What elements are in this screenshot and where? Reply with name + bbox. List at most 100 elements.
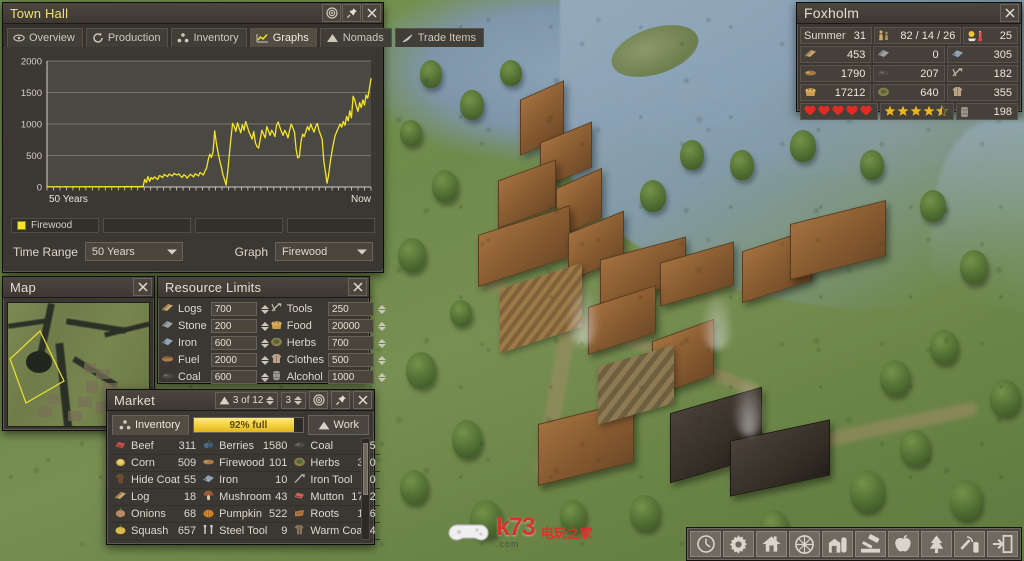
inventory-row: Squash 657 [112,523,201,540]
resource-limit-stepper[interactable] [378,338,387,348]
resource-limit-stepper[interactable] [260,355,269,365]
building-roof[interactable] [478,205,570,287]
inventory-scrollbar[interactable] [361,438,370,540]
market-panel[interactable]: Market 3 of 12 3 Inventory 92% full Work… [106,389,380,545]
tool-housing[interactable] [756,531,787,557]
inventory-row: Berries 1580 [200,438,292,455]
building-roof[interactable] [568,210,624,282]
building-roof[interactable] [600,236,686,306]
building-roof[interactable] [540,121,592,189]
town-stat-cell: 182 [946,65,1018,82]
tool-food[interactable] [888,531,919,557]
tool-storage[interactable] [822,531,853,557]
building-roof[interactable] [670,386,762,484]
close-icon[interactable] [133,278,152,296]
resource-limit-value[interactable]: 600 [210,336,257,350]
close-icon[interactable] [353,391,372,409]
map-titlebar: Map [3,277,154,298]
building-roof[interactable] [790,200,886,280]
resource-limit-stepper[interactable] [378,321,387,331]
scrollbar-thumb[interactable] [363,443,368,495]
resource-limit-value[interactable]: 250 [328,302,375,316]
happiness-stars [884,103,949,119]
resource-limit-stepper[interactable] [260,321,269,331]
tab-graphs[interactable]: Graphs [249,28,317,47]
legend-item-2[interactable] [195,218,283,233]
tab-overview[interactable]: Overview [7,28,83,47]
legend-item-0[interactable]: Firewood [11,218,99,233]
market-plaza[interactable] [598,345,674,425]
building-roof[interactable] [538,400,634,486]
town-hall-panel[interactable]: Town Hall Overview Production Inventory … [2,2,485,273]
resource-limit-stepper[interactable] [378,304,387,314]
svg-text:1500: 1500 [21,88,42,99]
tool-resources[interactable] [954,531,985,557]
building-roof[interactable] [652,318,714,398]
tool-production[interactable] [855,531,886,557]
resource-limit-row: Logs 700 [161,301,269,317]
resource-limit-value[interactable]: 200 [210,319,257,333]
resource-limit-value[interactable]: 700 [210,302,257,316]
close-icon[interactable] [1000,4,1019,22]
inventory-item-name: Roots [310,508,340,520]
target-icon[interactable] [322,4,341,22]
pin-icon[interactable] [342,4,361,22]
tab-label: Graphs [272,32,309,44]
target-icon[interactable] [309,391,328,409]
building-roof[interactable] [520,80,564,156]
resource-limit-stepper[interactable] [378,372,387,382]
pin-icon[interactable] [331,391,350,409]
market-fill-bar: 92% full [193,417,304,433]
resource-limit-value[interactable]: 1000 [328,370,375,384]
building-roof[interactable] [742,228,812,304]
close-icon[interactable] [348,278,367,296]
resource-limit-stepper[interactable] [260,338,269,348]
time-range-select[interactable]: 50 Years [84,242,183,261]
resource-limit-value[interactable]: 500 [328,353,375,367]
town-status-panel[interactable]: Foxholm Summer 31 82 / 14 / 26 25 453 0 … [796,2,1022,120]
legend-item-3[interactable] [287,218,375,233]
market-index-stepper[interactable]: 3 [281,391,306,409]
heart-icon [860,105,872,119]
resource-limits-title: Resource Limits [165,279,262,295]
resource-limit-stepper[interactable] [260,372,269,382]
town-hall-tabs[interactable]: Overview Production Inventory Graphs Nom… [3,24,485,47]
clock-icon [696,535,715,553]
building-roof[interactable] [660,241,734,307]
inventory-item-qty: 522 [269,508,288,520]
legend-item-1[interactable] [103,218,191,233]
tab-nomads[interactable]: Nomads [319,28,392,47]
resource-limit-value[interactable]: 20000 [328,319,375,333]
building-roof[interactable] [556,167,602,239]
tab-inventory[interactable]: Inventory [112,415,190,435]
resource-limit-stepper[interactable] [260,304,269,314]
building-roof[interactable] [730,419,830,497]
tab-production[interactable]: Production [85,28,169,47]
resource-limit-value[interactable]: 2000 [210,353,257,367]
bottom-toolbar[interactable] [686,527,1022,561]
market-building-stepper[interactable]: 3 of 12 [214,391,279,409]
tool-forestry[interactable] [921,531,952,557]
building-roof[interactable] [588,284,656,356]
tool-options[interactable] [723,531,754,557]
work-button[interactable]: Work [307,415,369,435]
tab-trade-items[interactable]: Trade Items [394,28,485,47]
stepper-arrows[interactable] [294,395,302,405]
tool-services[interactable] [789,531,820,557]
resource-limit-value[interactable]: 700 [328,336,375,350]
tab-inventory[interactable]: Inventory [171,28,247,47]
resource-limits-panel[interactable]: Resource Limits Logs 700 Tools 250 Stone 200 F… [157,276,387,384]
market-building-count: 3 of 12 [232,394,264,406]
roots-icon [293,507,306,521]
stepper-arrows[interactable] [266,395,275,405]
town-hall-title-buttons [322,4,381,22]
town-plaza[interactable] [500,262,582,354]
close-icon[interactable] [362,4,381,22]
tool-exit[interactable] [987,531,1018,557]
building-roof[interactable] [498,159,556,229]
tool-time-speed[interactable] [690,531,721,557]
graph-select[interactable]: Firewood [275,242,373,261]
resource-limit-stepper[interactable] [378,355,387,365]
inventory-item-name: Iron [219,474,239,486]
resource-limit-value[interactable]: 600 [210,370,257,384]
